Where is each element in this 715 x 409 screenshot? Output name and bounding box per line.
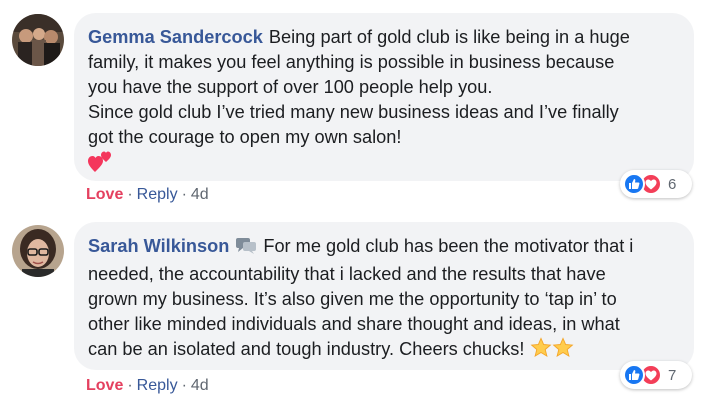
- comment-text: Sarah Wilkinson For me gold club has been…: [88, 234, 680, 366]
- comment-line: family, it makes you feel anything is po…: [88, 52, 615, 72]
- comment-line: other like minded individuals and share …: [88, 314, 620, 334]
- reaction-count: 6: [668, 175, 677, 193]
- separator: ·: [181, 377, 187, 394]
- reply-link[interactable]: Reply: [137, 186, 178, 203]
- author-name[interactable]: Gemma Sandercock: [88, 27, 263, 47]
- separator: ·: [127, 186, 133, 203]
- comment-line: you have the support of over 100 people …: [88, 77, 493, 97]
- comment-line: Being part of gold club is like being in…: [268, 27, 630, 47]
- reply-link[interactable]: Reply: [137, 377, 178, 394]
- avatar[interactable]: [12, 225, 64, 277]
- love-link[interactable]: Love: [86, 186, 123, 203]
- like-icon: [623, 173, 645, 195]
- timestamp[interactable]: 4d: [191, 186, 209, 203]
- separator: ·: [127, 377, 133, 394]
- comment-bubble: Gemma Sandercock Being part of gold club …: [74, 13, 694, 181]
- comment-line: needed, the accountability that i lacked…: [88, 264, 606, 284]
- comment-line: grown my business. It’s also given me th…: [88, 289, 617, 309]
- comment-bubble: Sarah Wilkinson For me gold club has been…: [74, 222, 694, 370]
- star-icon: [552, 337, 574, 366]
- avatar[interactable]: [12, 14, 64, 66]
- comment-actions: Love · Reply · 4d: [86, 185, 209, 205]
- like-icon: [623, 364, 645, 386]
- reaction-count: 7: [668, 366, 677, 384]
- comment-line: can be an isolated and tough industry. C…: [88, 339, 525, 359]
- comment-line: For me gold club has been the motivator …: [263, 236, 634, 256]
- comment-text: Gemma Sandercock Being part of gold club …: [88, 25, 680, 181]
- love-link[interactable]: Love: [86, 377, 123, 394]
- speech-bubble-icon: [235, 237, 257, 262]
- timestamp[interactable]: 4d: [191, 377, 209, 394]
- reactions-summary[interactable]: 6: [620, 170, 692, 198]
- comment-actions: Love · Reply · 4d: [86, 376, 209, 396]
- star-icon: [530, 337, 552, 366]
- two-hearts-icon: [88, 150, 114, 181]
- author-name[interactable]: Sarah Wilkinson: [88, 236, 229, 256]
- reactions-summary[interactable]: 7: [620, 361, 692, 389]
- comment-line: Since gold club I’ve tried many new busi…: [88, 102, 619, 122]
- comment-line: got the courage to open my own salon!: [88, 127, 402, 147]
- separator: ·: [181, 186, 187, 203]
